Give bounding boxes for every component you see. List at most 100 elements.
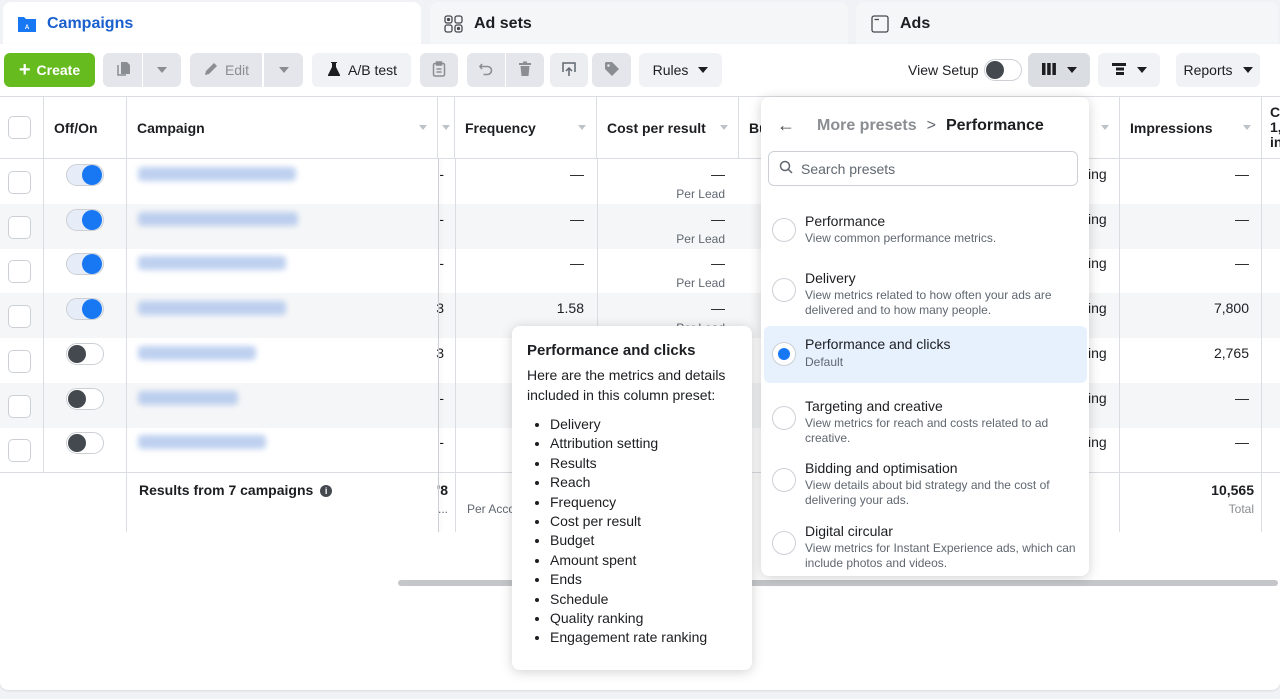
preset-option[interactable]: Bidding and optimisation View details abo… bbox=[764, 454, 1087, 516]
edit-button[interactable]: Edit bbox=[190, 53, 262, 87]
select-all-checkbox[interactable] bbox=[8, 116, 31, 139]
preset-description: View metrics related to how often your a… bbox=[805, 288, 1052, 317]
arrow-left-icon[interactable]: ← bbox=[777, 115, 795, 136]
tooltip-metric-item: Cost per result bbox=[550, 512, 737, 531]
preset-option[interactable]: Performance View common performance metri… bbox=[764, 207, 1087, 257]
sort-icon[interactable] bbox=[1101, 125, 1109, 130]
create-button[interactable]: + Create bbox=[4, 53, 95, 87]
export-icon bbox=[561, 61, 577, 80]
row-checkbox[interactable] bbox=[8, 171, 31, 194]
reach-cell: - bbox=[439, 166, 444, 182]
reports-button[interactable]: Reports bbox=[1176, 53, 1260, 87]
header-reach-partial[interactable] bbox=[438, 97, 455, 159]
header-cost-per-result[interactable]: Cost per result bbox=[597, 97, 739, 159]
campaign-toggle[interactable] bbox=[66, 208, 104, 231]
footer-impressions-sub: Total bbox=[1228, 502, 1254, 516]
search-presets-input[interactable] bbox=[801, 160, 1061, 177]
sort-icon[interactable] bbox=[442, 125, 450, 130]
tab-ad-sets[interactable]: Ad sets bbox=[430, 2, 848, 46]
reach-cell: 3 bbox=[436, 344, 444, 361]
caret-down-icon bbox=[1067, 67, 1077, 73]
radio-button[interactable] bbox=[772, 468, 796, 492]
preset-option[interactable]: Digital circular View metrics for Instant… bbox=[764, 517, 1087, 579]
breadcrumb-more-presets[interactable]: More presets bbox=[817, 117, 917, 135]
frozen-column-divider bbox=[438, 159, 439, 532]
cost-per-result-cell: — bbox=[711, 210, 725, 227]
preset-option[interactable]: Targeting and creative View metrics for r… bbox=[764, 392, 1087, 454]
divider bbox=[126, 159, 127, 532]
row-checkbox[interactable] bbox=[8, 260, 31, 284]
clipboard-button[interactable] bbox=[420, 53, 458, 87]
row-checkbox[interactable] bbox=[8, 439, 31, 463]
tag-icon bbox=[604, 61, 620, 80]
frequency-cell: — bbox=[570, 255, 584, 272]
radio-button[interactable] bbox=[772, 531, 796, 555]
radio-button[interactable] bbox=[772, 406, 796, 430]
undo-button[interactable] bbox=[467, 53, 505, 87]
delivery-cell: ing bbox=[1088, 344, 1107, 361]
row-checkbox[interactable] bbox=[8, 349, 31, 373]
export-button[interactable] bbox=[550, 53, 588, 87]
duplicate-dropdown-button[interactable] bbox=[143, 53, 181, 87]
campaign-name-redacted[interactable] bbox=[138, 256, 286, 271]
divider bbox=[1261, 159, 1262, 532]
campaign-name-redacted[interactable] bbox=[138, 435, 266, 450]
tab-ads[interactable]: Ads bbox=[856, 2, 1278, 46]
search-presets-field[interactable] bbox=[768, 151, 1078, 186]
campaign-name-redacted[interactable] bbox=[138, 390, 238, 405]
preset-option[interactable]: Delivery View metrics related to how ofte… bbox=[764, 264, 1087, 326]
sort-icon[interactable] bbox=[419, 125, 427, 130]
divider bbox=[455, 159, 456, 532]
caret-down-icon bbox=[157, 67, 167, 73]
delivery-cell: ing bbox=[1088, 300, 1107, 317]
columns-button[interactable] bbox=[1028, 53, 1090, 87]
row-checkbox[interactable] bbox=[8, 305, 31, 329]
radio-button[interactable] bbox=[772, 218, 796, 242]
view-setup-toggle[interactable] bbox=[984, 59, 1022, 81]
folder-icon: A bbox=[17, 15, 37, 33]
radio-button[interactable] bbox=[772, 278, 796, 302]
breakdown-button[interactable] bbox=[1098, 53, 1160, 87]
header-impressions[interactable]: Impressions bbox=[1120, 97, 1262, 159]
campaign-name-redacted[interactable] bbox=[138, 301, 286, 316]
preset-option[interactable]: Performance and clicks Default bbox=[764, 326, 1087, 383]
campaign-toggle[interactable] bbox=[66, 432, 104, 455]
campaign-toggle[interactable] bbox=[66, 387, 104, 410]
campaign-name-redacted[interactable] bbox=[138, 211, 298, 226]
sort-icon[interactable] bbox=[1243, 125, 1251, 130]
sort-icon[interactable] bbox=[578, 125, 586, 130]
ab-test-button[interactable]: A/B test bbox=[312, 53, 411, 87]
campaign-toggle[interactable] bbox=[66, 164, 104, 186]
view-setup-label: View Setup bbox=[908, 62, 979, 78]
preset-title: Performance bbox=[805, 213, 886, 229]
delete-button[interactable] bbox=[506, 53, 544, 87]
svg-text:A: A bbox=[25, 25, 30, 31]
tooltip-metrics-list: DeliveryAttribution settingResultsReachF… bbox=[527, 415, 737, 667]
duplicate-button[interactable] bbox=[103, 53, 142, 87]
preset-description: View metrics for Instant Experience ads,… bbox=[805, 541, 1076, 570]
sort-icon[interactable] bbox=[720, 125, 728, 130]
breadcrumb-current: Performance bbox=[945, 116, 1044, 134]
header-cpm-partial[interactable]: C 1, in bbox=[1262, 97, 1280, 159]
campaign-toggle[interactable] bbox=[66, 342, 104, 365]
campaign-toggle[interactable] bbox=[66, 253, 104, 276]
radio-button[interactable] bbox=[772, 342, 796, 366]
campaign-name-redacted[interactable] bbox=[138, 345, 256, 360]
pencil-icon bbox=[203, 61, 219, 80]
row-checkbox[interactable] bbox=[8, 394, 31, 418]
campaign-name-redacted[interactable] bbox=[138, 167, 296, 181]
tab-campaigns[interactable]: A Campaigns bbox=[3, 2, 421, 46]
tooltip-metric-item: Schedule bbox=[550, 590, 737, 609]
breakdown-icon bbox=[1111, 62, 1127, 79]
footer-reach-sub: ... bbox=[437, 502, 448, 516]
info-icon[interactable]: i bbox=[320, 485, 333, 498]
rules-button[interactable]: Rules bbox=[639, 53, 722, 87]
caret-down-icon bbox=[698, 67, 709, 73]
header-campaign[interactable]: Campaign bbox=[127, 97, 438, 159]
edit-dropdown-button[interactable] bbox=[264, 53, 303, 87]
row-checkbox[interactable] bbox=[8, 215, 31, 239]
campaign-toggle[interactable] bbox=[66, 298, 104, 321]
tag-button[interactable] bbox=[592, 53, 631, 87]
delivery-cell: ing bbox=[1088, 434, 1107, 451]
header-frequency[interactable]: Frequency bbox=[455, 97, 597, 159]
